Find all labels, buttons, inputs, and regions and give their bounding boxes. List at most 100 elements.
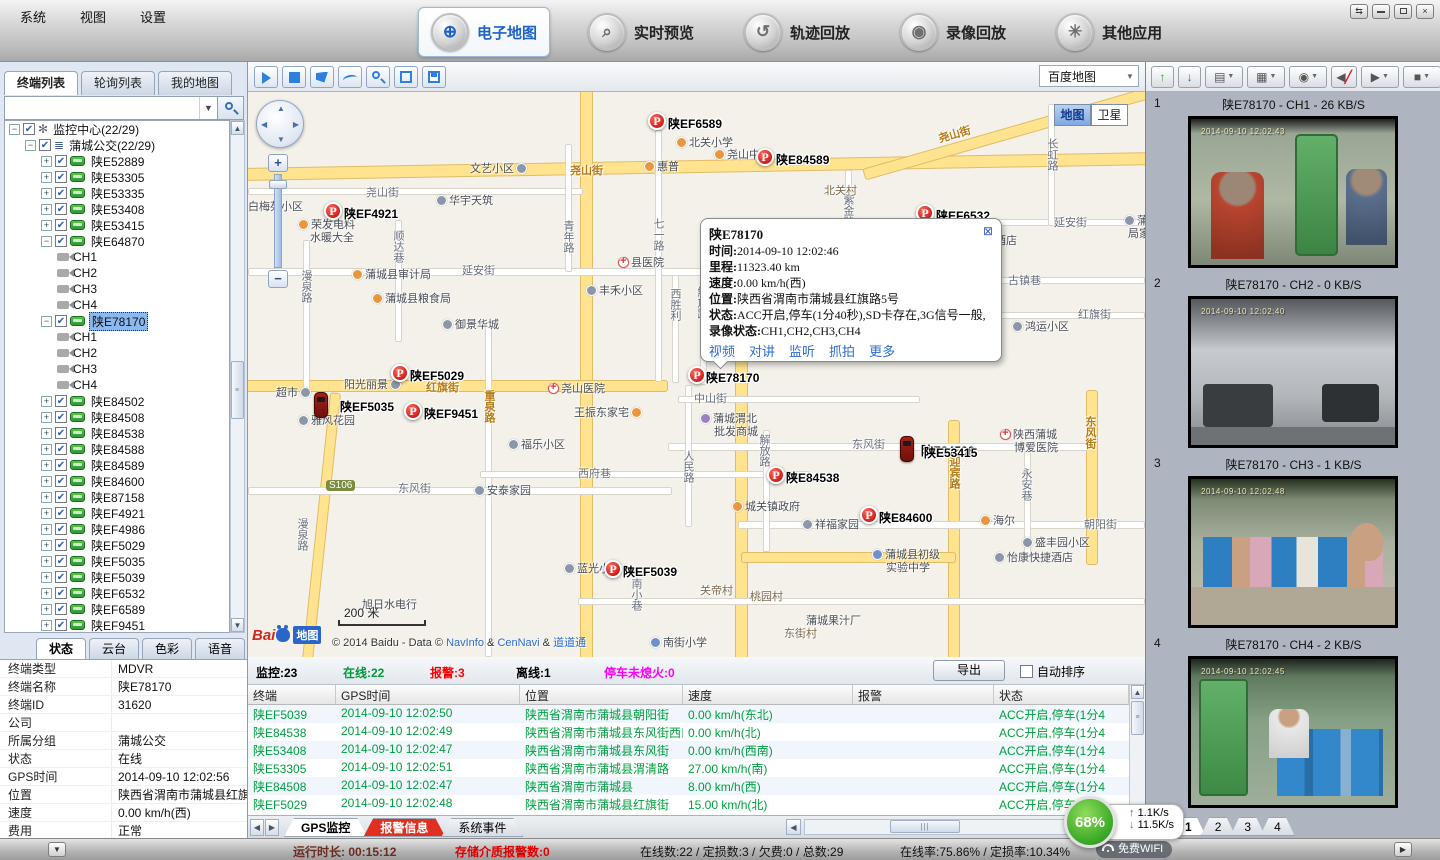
layer-button-卫星[interactable]: 卫星 — [1091, 104, 1128, 126]
expander-icon[interactable]: + — [41, 412, 52, 423]
tree-row[interactable]: CH1 — [5, 329, 229, 345]
expander-icon[interactable]: + — [41, 188, 52, 199]
tree-item-label[interactable]: CH1 — [71, 250, 99, 264]
tree-item-label[interactable]: 陕E84589 — [89, 457, 146, 474]
scroll-thumb[interactable]: ≡ — [231, 361, 244, 419]
column-header-终端[interactable]: 终端 — [248, 685, 336, 705]
tree-row[interactable]: +✔陕E53305 — [5, 169, 229, 185]
checkbox-icon[interactable]: ✔ — [55, 235, 67, 247]
tree-row[interactable]: −✔≣蒲城公交(22/29) — [5, 137, 229, 153]
tree-row[interactable]: +✔陕EF5035 — [5, 553, 229, 569]
tree-row[interactable]: +✔陕E84538 — [5, 425, 229, 441]
scroll-up-icon[interactable]: ▲ — [231, 121, 244, 135]
search-button[interactable] — [217, 97, 243, 119]
expander-icon[interactable]: − — [9, 124, 20, 135]
vehicle-marker-icon[interactable]: P — [404, 402, 422, 420]
column-header-速度[interactable]: 速度 — [683, 685, 853, 705]
tree-item-label[interactable]: CH1 — [71, 330, 99, 344]
checkbox-icon[interactable]: ✔ — [55, 507, 67, 519]
checkbox-icon[interactable]: ✔ — [55, 539, 67, 551]
tabs-scroll-right-icon[interactable]: ▶ — [265, 819, 279, 836]
tree-item-label[interactable]: 陕E64870 — [89, 233, 146, 250]
menu-item-视图[interactable]: 视图 — [74, 5, 112, 28]
chevron-down-icon[interactable]: ▼ — [199, 97, 217, 119]
page-up-icon[interactable]: ↑ — [1151, 66, 1174, 88]
expander-icon[interactable]: + — [41, 476, 52, 487]
tree-item-label[interactable]: 陕E87158 — [89, 489, 146, 506]
checkbox-icon[interactable]: ✔ — [55, 219, 67, 231]
tree-row[interactable]: +✔陕E87158 — [5, 489, 229, 505]
checkbox-icon[interactable]: ✔ — [55, 523, 67, 535]
close-icon[interactable]: × — [1416, 4, 1434, 19]
sidebar-tab-我的地图[interactable]: 我的地图 — [158, 71, 232, 95]
tree-row[interactable]: +✔陕E53408 — [5, 201, 229, 217]
zoom-out-button[interactable]: − — [268, 270, 288, 288]
tree-item-label[interactable]: 陕E84508 — [89, 409, 146, 426]
statusbar-expand-icon[interactable]: ▶ — [1394, 842, 1412, 857]
tabs-scroll-left-icon[interactable]: ◀ — [250, 819, 264, 836]
pan-right-icon[interactable]: ▶ — [293, 120, 299, 129]
checkbox-icon[interactable]: ✔ — [55, 587, 67, 599]
tree-item-label[interactable]: CH4 — [71, 298, 99, 312]
expander-icon[interactable]: + — [41, 396, 52, 407]
vehicle-marker-icon[interactable]: P — [391, 364, 409, 382]
statusbar-dropdown-icon[interactable]: ▼ — [48, 842, 66, 857]
sidebar-tab-终端列表[interactable]: 终端列表 — [4, 71, 78, 95]
tree-row[interactable]: CH2 — [5, 265, 229, 281]
map-provider-select[interactable]: 百度地图▼ — [1039, 65, 1139, 87]
video-feed[interactable]: 2014-09-10 12:02:48 — [1188, 476, 1398, 628]
tree-item-label[interactable]: 陕E78170 — [89, 312, 148, 331]
tree-item-label[interactable]: CH4 — [71, 378, 99, 392]
nav-button-轨迹回放[interactable]: ↺轨迹回放 — [732, 8, 862, 56]
export-button[interactable]: 导出 — [933, 660, 1005, 681]
vehicle-marker-label[interactable]: 陕EF4921 — [344, 205, 398, 222]
menu-item-系统[interactable]: 系统 — [14, 5, 52, 28]
vehicle-marker-label[interactable]: 陕E84538 — [786, 469, 839, 486]
video-feed[interactable]: 2014-09-10 12:02:40 — [1188, 296, 1398, 448]
video-page-tab-2[interactable]: 2 — [1201, 817, 1236, 836]
info-tab-色彩[interactable]: 色彩 — [142, 638, 192, 659]
tree-item-label[interactable]: CH2 — [71, 346, 99, 360]
tree-row[interactable]: +✔陕EF5029 — [5, 537, 229, 553]
tree-row[interactable]: +✔陕E52889 — [5, 153, 229, 169]
tree-row[interactable]: CH2 — [5, 345, 229, 361]
map-tool-curve-button[interactable] — [338, 66, 362, 88]
tree-row[interactable]: +✔陕E84588 — [5, 441, 229, 457]
column-header-状态[interactable]: 状态 — [994, 685, 1129, 705]
grid-layout-button[interactable]: ▦▼ — [1247, 66, 1285, 88]
expander-icon[interactable]: + — [41, 204, 52, 215]
vehicle-marker-icon[interactable]: P — [604, 560, 622, 578]
checkbox-icon[interactable]: ✔ — [55, 459, 67, 471]
tree-row[interactable]: +✔ 陕E84508 — [5, 409, 229, 425]
checkbox-icon[interactable]: ✔ — [39, 139, 51, 151]
info-tab-语音[interactable]: 语音 — [195, 638, 245, 659]
monitor-tab-报警信息[interactable]: 报警信息 — [363, 818, 445, 837]
checkbox-icon[interactable]: ✔ — [55, 315, 67, 327]
checkbox-icon[interactable]: ✔ — [55, 555, 67, 567]
video-feed[interactable]: 2014-09-10 12:02:43 — [1188, 116, 1398, 268]
tree-item-label[interactable]: 蒲城公交(22/29) — [67, 137, 157, 154]
tree-row[interactable]: +✔陕EF4986 — [5, 521, 229, 537]
tree-item-label[interactable]: 陕E52889 — [89, 153, 146, 170]
nav-button-实时预览[interactable]: ⌕实时预览 — [576, 8, 706, 56]
tree-item-label[interactable]: 监控中心(22/29) — [51, 121, 141, 138]
screen-layout-button[interactable]: ▤▼ — [1205, 66, 1243, 88]
tree-row[interactable]: +✔陕EF5039 — [5, 569, 229, 585]
checkbox-icon[interactable] — [1020, 665, 1033, 678]
vehicle-marker-label[interactable]: 陕E84589 — [776, 151, 829, 168]
vehicle-marker-icon[interactable] — [900, 436, 914, 462]
tree-row[interactable]: −✔陕E64870 — [5, 233, 229, 249]
nav-button-其他应用[interactable]: ✳其他应用 — [1044, 8, 1174, 56]
tree-item-label[interactable]: 陕E84538 — [89, 425, 146, 442]
popup-link-监听[interactable]: 监听 — [789, 341, 815, 360]
checkbox-icon[interactable]: ✔ — [55, 411, 67, 423]
expander-icon[interactable]: + — [41, 524, 52, 535]
expander-icon[interactable]: + — [41, 604, 52, 615]
restore-icon[interactable] — [1394, 4, 1412, 19]
checkbox-icon[interactable]: ✔ — [55, 603, 67, 615]
video-feed[interactable]: 2014-09-10 12:02:45 — [1188, 656, 1398, 808]
minimize-icon[interactable] — [1372, 4, 1390, 19]
tree-item-label[interactable]: 陕E53305 — [89, 169, 146, 186]
map-tool-fit-button[interactable] — [394, 66, 418, 88]
nav-button-电子地图[interactable]: ⊕电子地图 — [418, 7, 550, 57]
